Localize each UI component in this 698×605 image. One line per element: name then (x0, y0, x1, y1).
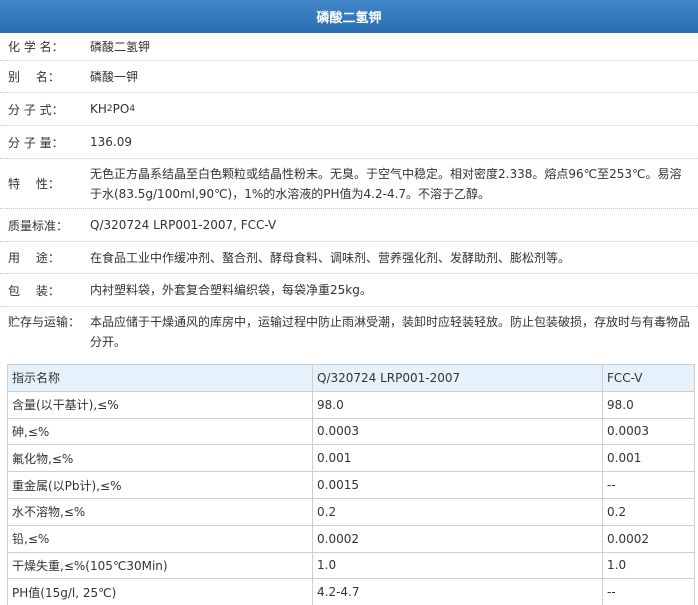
mol-weight-value: 136.09 (90, 135, 132, 149)
indicator-cell: 铅,≤% (7, 524, 313, 553)
formula-sub-2: 4 (129, 104, 136, 114)
table-row: 氟化物,≤% 0.001 0.001 (7, 444, 695, 473)
indicator-cell: PH值(15g/l, 25℃) (7, 578, 313, 605)
chem-name-value: 磷酸二氢钾 (90, 39, 151, 54)
chem-name-label: 化 学 名： (8, 40, 64, 54)
spec-table-header-row: 指示名称 Q/320724 LRP001-2007 FCC-V (7, 364, 695, 392)
table-row: 干燥失重,≤%(105℃30Min) 1.0 1.0 (7, 551, 695, 580)
q-standard-cell: 0.001 (312, 444, 603, 473)
standard-label: 质量标准： (8, 218, 69, 233)
fcc-v-cell: 0.001 (602, 444, 695, 473)
info-row-standard: 质量标准： Q/320724 LRP001-2007, FCC-V (0, 209, 698, 242)
spec-table: 指示名称 Q/320724 LRP001-2007 FCC-V 含量(以干基计)… (7, 364, 695, 605)
q-standard-cell: 0.0015 (312, 471, 603, 499)
alias-value: 磷酸一钾 (90, 69, 139, 84)
mol-weight-label: 分 子 量： (8, 135, 64, 150)
info-row-alias: 别 名： 磷酸一钾 (0, 61, 698, 93)
properties-label: 特 性： (8, 177, 60, 191)
formula-value: KH 2 PO 4 (90, 93, 698, 125)
fcc-v-cell: 1.0 (602, 551, 695, 580)
indicator-cell: 砷,≤% (7, 417, 313, 446)
packaging-value: 内衬塑料袋，外套复合塑料编织袋，每袋净重25kg。 (90, 283, 372, 297)
indicator-cell: 含量(以干基计),≤% (7, 390, 313, 419)
usage-label: 用 途： (8, 251, 60, 265)
fcc-v-cell: 0.0002 (602, 524, 695, 553)
q-standard-cell: 0.2 (312, 497, 603, 526)
standard-value: Q/320724 LRP001-2007, FCC-V (90, 218, 277, 232)
storage-value: 本品应储于干燥通风的库房中，运输过程中防止雨淋受潮，装卸时应轻装轻放。防止包装破… (90, 315, 691, 349)
q-standard-cell: 1.0 (312, 551, 603, 580)
fcc-v-cell: 0.2 (602, 497, 695, 526)
table-row: PH值(15g/l, 25℃) 4.2-4.7 -- (7, 578, 695, 605)
info-row-chem-name: 化 学 名： 磷酸二氢钾 (0, 33, 698, 61)
fcc-v-cell: 98.0 (602, 390, 695, 419)
table-row: 含量(以干基计),≤% 98.0 98.0 (7, 390, 695, 419)
info-row-properties: 特 性： 无色正方晶系结晶至白色颗粒或结晶性粉末。无臭。于空气中稳定。相对密度2… (0, 159, 698, 209)
indicator-cell: 氟化物,≤% (7, 444, 313, 473)
table-row: 铅,≤% 0.0002 0.0002 (7, 524, 695, 553)
indicator-cell: 干燥失重,≤%(105℃30Min) (7, 551, 313, 580)
info-row-formula: 分 子 式： KH 2 PO 4 (0, 93, 698, 126)
header-indicator-name: 指示名称 (7, 364, 313, 392)
fcc-v-cell: -- (602, 578, 695, 605)
info-row-packaging: 包 装： 内衬塑料袋，外套复合塑料编织袋，每袋净重25kg。 (0, 274, 698, 307)
table-row: 重金属(以Pb计),≤% 0.0015 -- (7, 471, 695, 499)
info-row-mol-weight: 分 子 量： 136.09 (0, 126, 698, 159)
q-standard-cell: 0.0002 (312, 524, 603, 553)
indicator-cell: 水不溶物,≤% (7, 497, 313, 526)
q-standard-cell: 4.2-4.7 (312, 578, 603, 605)
header-fcc-v: FCC-V (602, 364, 695, 392)
formula-label: 分 子 式： (8, 102, 64, 117)
fcc-v-cell: 0.0003 (602, 417, 695, 446)
info-row-usage: 用 途： 在食品工业中作缓冲剂、螯合剂、酵母食料、调味剂、营养强化剂、发酵助剂、… (0, 242, 698, 274)
q-standard-cell: 0.0003 (312, 417, 603, 446)
table-row: 砷,≤% 0.0003 0.0003 (7, 417, 695, 446)
page-title: 磷酸二氢钾 (0, 0, 698, 33)
table-row: 水不溶物,≤% 0.2 0.2 (7, 497, 695, 526)
packaging-label: 包 装： (8, 283, 60, 298)
info-row-storage: 贮存与运输： 本品应储于干燥通风的库房中，运输过程中防止雨淋受潮，装卸时应轻装轻… (0, 307, 698, 357)
q-standard-cell: 98.0 (312, 390, 603, 419)
formula-po: PO (112, 102, 130, 116)
indicator-cell: 重金属(以Pb计),≤% (7, 471, 313, 499)
properties-value: 无色正方晶系结晶至白色颗粒或结晶性粉末。无臭。于空气中稳定。相对密度2.338。… (90, 167, 682, 201)
alias-label: 别 名： (8, 70, 60, 84)
formula-kh: KH (90, 102, 107, 116)
usage-value: 在食品工业中作缓冲剂、螯合剂、酵母食料、调味剂、营养强化剂、发酵助剂、膨松剂等。 (90, 250, 571, 265)
fcc-v-cell: -- (602, 471, 695, 499)
header-q-standard: Q/320724 LRP001-2007 (312, 364, 603, 392)
storage-label: 贮存与运输： (8, 315, 81, 329)
